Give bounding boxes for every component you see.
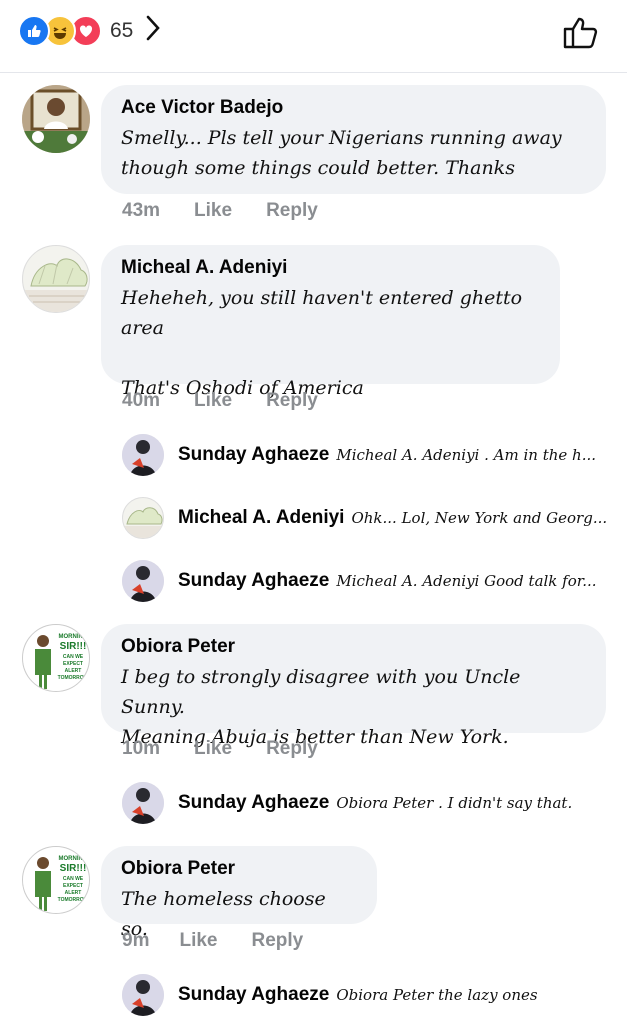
reactions-header: 65	[0, 0, 627, 73]
comment-bubble[interactable]: Obiora Peter I beg to strongly disagree …	[101, 624, 606, 748]
reply-link[interactable]: Reply	[252, 930, 304, 952]
comment-actions: 43m Like Reply	[122, 200, 352, 222]
comment-text: Heheheh, you still haven't entered ghett…	[121, 287, 523, 399]
comment-author[interactable]: Micheal A. Adeniyi	[121, 257, 540, 279]
like-link[interactable]: Like	[179, 930, 217, 952]
avatar-badge-text: TOMORROW	[58, 897, 89, 903]
comment-author[interactable]: Obiora Peter	[121, 636, 586, 658]
comment-time: 9m	[122, 930, 150, 951]
reply-text: Obiora Peter . I didn't say that.	[336, 794, 573, 812]
comment-author[interactable]: Obiora Peter	[121, 858, 357, 880]
comment-time: 43m	[122, 200, 161, 221]
reply-preview[interactable]: Sunday Aghaeze Obiora Peter the lazy one…	[122, 974, 538, 1016]
reply-preview[interactable]: Micheal A. Adeniyi Ohk... Lol, New York …	[122, 497, 607, 539]
avatar[interactable]	[122, 782, 164, 824]
avatar[interactable]	[122, 974, 164, 1016]
reply-author[interactable]: Sunday Aghaeze	[178, 570, 329, 592]
comment-actions: 40m Like Reply	[122, 390, 352, 412]
avatar-badge-text: TOMORROW	[58, 675, 89, 681]
avatar-badge-text: ALERT	[65, 890, 82, 896]
like-button-icon[interactable]	[561, 14, 601, 55]
avatar-badge-text: MORNING	[59, 856, 88, 862]
avatar-badge-text: SIR!!!	[60, 863, 87, 874]
avatar[interactable]	[122, 434, 164, 476]
avatar[interactable]: MORNING SIR!!! CAN WE EXPECT ALERT TOMOR…	[22, 624, 90, 692]
avatar-badge-text: ALERT	[65, 668, 82, 674]
comment-text: Smelly... Pls tell your Nigerians runnin…	[121, 127, 562, 179]
reply-link[interactable]: Reply	[266, 738, 318, 760]
comment-author[interactable]: Ace Victor Badejo	[121, 97, 586, 119]
comment-time: 10m	[122, 738, 161, 759]
comment-bubble[interactable]: Micheal A. Adeniyi Heheheh, you still ha…	[101, 245, 560, 399]
reply-link[interactable]: Reply	[266, 390, 318, 412]
reply-preview[interactable]: Sunday Aghaeze Micheal A. Adeniyi Good t…	[122, 560, 597, 602]
avatar-badge-text: CAN WE	[63, 876, 84, 882]
avatar-badge-text: EXPECT	[63, 883, 83, 889]
reply-text: Micheal A. Adeniyi Good talk for...	[336, 572, 597, 590]
reply-author[interactable]: Micheal A. Adeniyi	[178, 507, 344, 529]
avatar[interactable]	[122, 560, 164, 602]
avatar-badge-text: CAN WE	[63, 654, 84, 660]
avatar[interactable]: MORNING SIR!!! CAN WE EXPECT ALERT TOMOR…	[22, 846, 90, 914]
chevron-right-icon[interactable]	[145, 14, 161, 47]
reply-author[interactable]: Sunday Aghaeze	[178, 444, 329, 466]
reply-author[interactable]: Sunday Aghaeze	[178, 984, 329, 1006]
comment-time: 40m	[122, 390, 161, 411]
reply-author[interactable]: Sunday Aghaeze	[178, 792, 329, 814]
reply-link[interactable]: Reply	[266, 200, 318, 222]
avatar-badge-text: MORNING	[59, 634, 88, 640]
comment-bubble[interactable]: Ace Victor Badejo Smelly... Pls tell you…	[101, 85, 606, 194]
like-icon	[18, 14, 50, 47]
comment-bubble[interactable]: Obiora Peter The homeless choose so.	[101, 846, 377, 940]
comment-actions: 9m Like Reply	[122, 930, 337, 952]
like-link[interactable]: Like	[194, 738, 232, 760]
reactions-summary[interactable]: 65	[18, 14, 161, 47]
reply-text: Obiora Peter the lazy ones	[336, 986, 538, 1004]
comment-actions: 10m Like Reply	[122, 738, 352, 760]
reply-preview[interactable]: Sunday Aghaeze Micheal A. Adeniyi . Am i…	[122, 434, 596, 476]
avatar[interactable]	[22, 245, 90, 313]
reaction-count: 65	[110, 18, 134, 42]
reply-preview[interactable]: Sunday Aghaeze Obiora Peter . I didn't s…	[122, 782, 572, 824]
like-link[interactable]: Like	[194, 390, 232, 412]
like-link[interactable]: Like	[194, 200, 232, 222]
avatar[interactable]	[122, 497, 164, 539]
avatar[interactable]	[22, 85, 90, 153]
reply-text: Ohk... Lol, New York and Georg...	[351, 509, 608, 527]
avatar-badge-text: EXPECT	[63, 661, 83, 667]
reply-text: Micheal A. Adeniyi . Am in the h...	[336, 446, 597, 464]
avatar-badge-text: SIR!!!	[60, 641, 87, 652]
